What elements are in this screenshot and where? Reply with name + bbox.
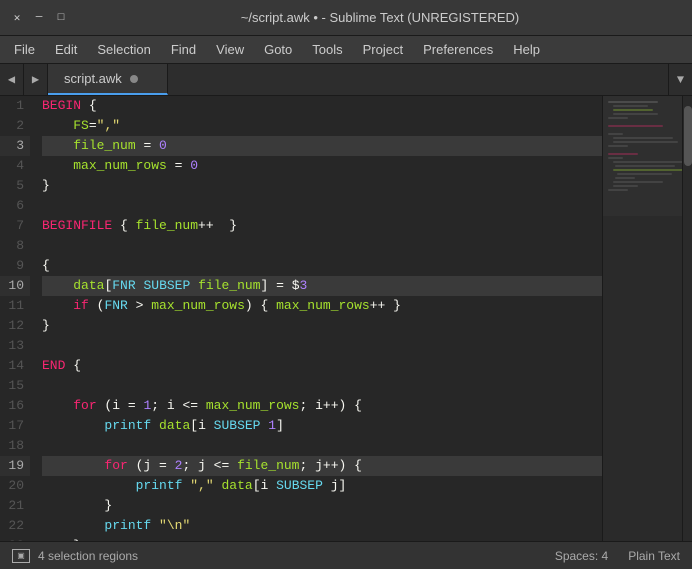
- line-num-19: 19: [0, 456, 30, 476]
- line-num-2: 2: [0, 116, 30, 136]
- minimize-button[interactable]: ─: [32, 11, 46, 25]
- line-num-5: 5: [0, 176, 30, 196]
- code-area[interactable]: BEGIN { FS="," file_num = 0 max_num_rows…: [38, 96, 602, 541]
- line-num-4: 4: [0, 156, 30, 176]
- code-line-15: [42, 376, 602, 396]
- line-num-11: 11: [0, 296, 30, 316]
- close-button[interactable]: ✕: [10, 11, 24, 25]
- code-line-19: for (j = 2; j <= file_num; j++) {: [42, 456, 602, 476]
- tab-label: script.awk: [64, 71, 122, 86]
- code-line-2: FS=",": [42, 116, 602, 136]
- menu-item-edit[interactable]: Edit: [45, 38, 87, 61]
- code-line-3: file_num = 0: [42, 136, 602, 156]
- line-num-7: 7: [0, 216, 30, 236]
- code-line-12: }: [42, 316, 602, 336]
- code-line-5: }: [42, 176, 602, 196]
- code-line-11: if (FNR > max_num_rows) { max_num_rows++…: [42, 296, 602, 316]
- code-line-13: [42, 336, 602, 356]
- minimap[interactable]: [602, 96, 682, 541]
- code-line-14: END {: [42, 356, 602, 376]
- tab-nav-left[interactable]: ◀: [0, 64, 24, 95]
- tab-nav-right[interactable]: ▶: [24, 64, 48, 95]
- code-line-9: {: [42, 256, 602, 276]
- window-controls: ✕ ─ □: [10, 11, 68, 25]
- menu-item-selection[interactable]: Selection: [87, 38, 160, 61]
- line-num-20: 20: [0, 476, 30, 496]
- window-title: ~/script.awk • - Sublime Text (UNREGISTE…: [78, 10, 682, 25]
- line-numbers: 1234567891011121314151617181920212223242…: [0, 96, 38, 541]
- line-num-22: 22: [0, 516, 30, 536]
- status-screen-icon: ▣: [12, 549, 30, 563]
- status-spaces: Spaces: 4: [555, 549, 608, 563]
- tab-script-awk[interactable]: script.awk: [48, 64, 168, 95]
- titlebar: ✕ ─ □ ~/script.awk • - Sublime Text (UNR…: [0, 0, 692, 36]
- menu-item-view[interactable]: View: [206, 38, 254, 61]
- line-num-6: 6: [0, 196, 30, 216]
- statusbar: ▣ 4 selection regions Spaces: 4 Plain Te…: [0, 541, 692, 569]
- status-selections: 4 selection regions: [38, 549, 138, 563]
- line-num-21: 21: [0, 496, 30, 516]
- menu-item-tools[interactable]: Tools: [302, 38, 352, 61]
- line-num-16: 16: [0, 396, 30, 416]
- line-num-17: 17: [0, 416, 30, 436]
- line-num-23: 23: [0, 536, 30, 541]
- scrollbar[interactable]: [682, 96, 692, 541]
- tab-spacer: [168, 64, 668, 95]
- code-line-10: data[FNR SUBSEP file_num] = $3: [42, 276, 602, 296]
- code-line-17: printf data[i SUBSEP 1]: [42, 416, 602, 436]
- line-num-13: 13: [0, 336, 30, 356]
- status-right: Spaces: 4 Plain Text: [555, 549, 680, 563]
- code-line-7: BEGINFILE { file_num++ }: [42, 216, 602, 236]
- menu-item-project[interactable]: Project: [353, 38, 413, 61]
- line-num-1: 1: [0, 96, 30, 116]
- status-encoding: Plain Text: [628, 549, 680, 563]
- code-line-16: for (i = 1; i <= max_num_rows; i++) {: [42, 396, 602, 416]
- menu-item-file[interactable]: File: [4, 38, 45, 61]
- code-line-21: }: [42, 496, 602, 516]
- line-num-15: 15: [0, 376, 30, 396]
- tabbar: ◀ ▶ script.awk ▼: [0, 64, 692, 96]
- maximize-button[interactable]: □: [54, 11, 68, 25]
- menu-item-goto[interactable]: Goto: [254, 38, 302, 61]
- menubar: FileEditSelectionFindViewGotoToolsProjec…: [0, 36, 692, 64]
- code-line-4: max_num_rows = 0: [42, 156, 602, 176]
- line-num-14: 14: [0, 356, 30, 376]
- code-line-20: printf "," data[i SUBSEP j]: [42, 476, 602, 496]
- line-num-18: 18: [0, 436, 30, 456]
- menu-item-help[interactable]: Help: [503, 38, 550, 61]
- tab-modified-indicator: [130, 75, 138, 83]
- code-line-22: printf "\n": [42, 516, 602, 536]
- code-line-1: BEGIN {: [42, 96, 602, 116]
- line-num-3: 3: [0, 136, 30, 156]
- menu-item-preferences[interactable]: Preferences: [413, 38, 503, 61]
- editor: 1234567891011121314151617181920212223242…: [0, 96, 692, 541]
- code-line-18: [42, 436, 602, 456]
- menu-item-find[interactable]: Find: [161, 38, 206, 61]
- line-num-10: 10: [0, 276, 30, 296]
- line-num-12: 12: [0, 316, 30, 336]
- scrollbar-thumb[interactable]: [684, 106, 692, 166]
- code-line-6: [42, 196, 602, 216]
- line-num-9: 9: [0, 256, 30, 276]
- code-line-8: [42, 236, 602, 256]
- line-num-8: 8: [0, 236, 30, 256]
- tab-dropdown-button[interactable]: ▼: [668, 64, 692, 95]
- code-line-23: }: [42, 536, 602, 541]
